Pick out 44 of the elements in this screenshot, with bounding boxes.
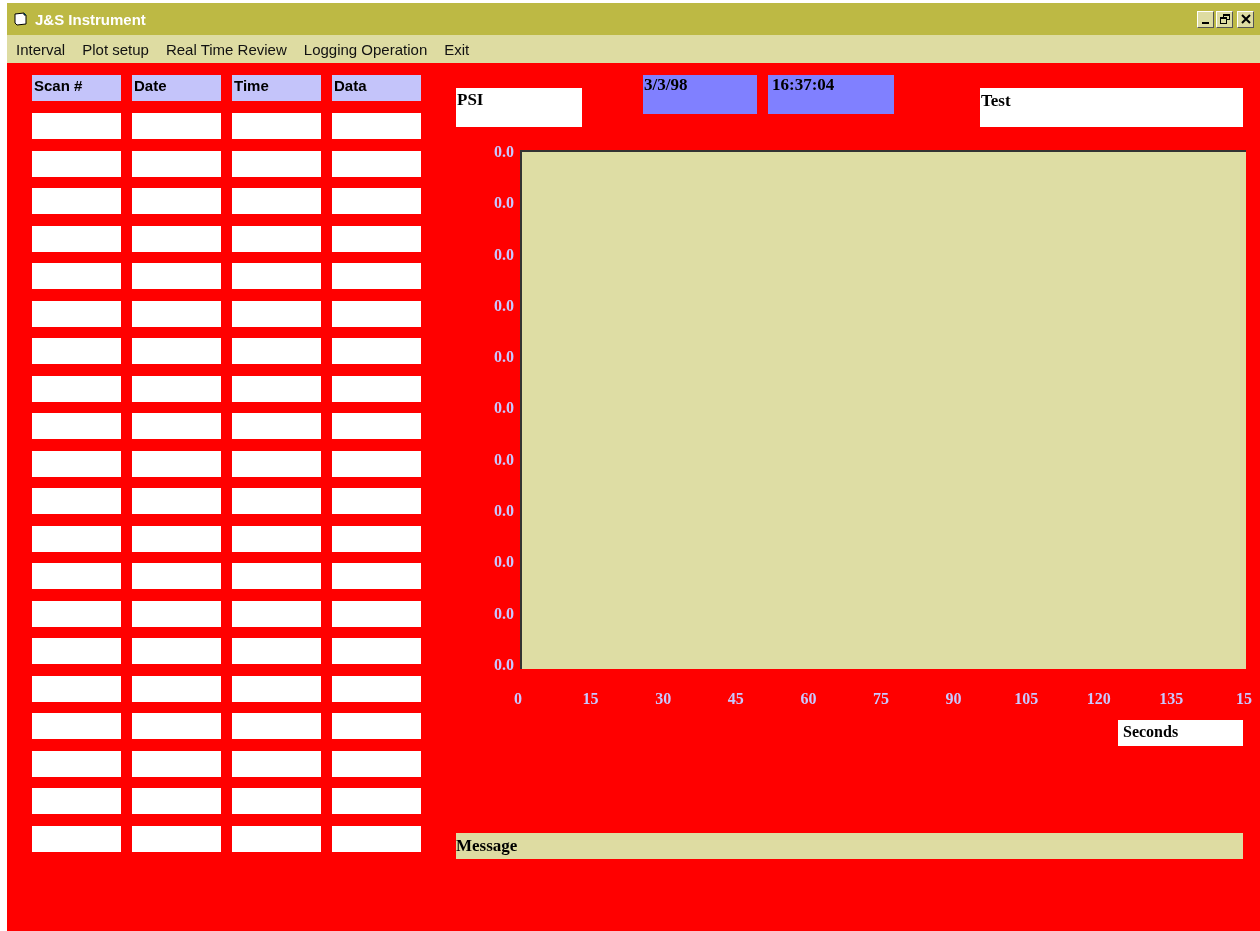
column-header: Data: [332, 75, 421, 101]
column-header: Date: [132, 75, 221, 101]
menu-item[interactable]: Interval: [16, 40, 66, 58]
y-axis-label: 0.0: [494, 451, 514, 468]
unit-label: PSI: [456, 88, 582, 127]
y-axis-label: 0.0: [494, 144, 514, 160]
x-axis-label: 60: [799, 691, 818, 707]
x-axis-label: 15: [581, 691, 600, 707]
y-axis-label: 0.0: [494, 400, 514, 417]
y-axis-label: 0.0: [494, 297, 514, 314]
y-axis-label: 0.0: [494, 195, 514, 212]
y-axis-label: 0.0: [494, 503, 514, 520]
restore-button[interactable]: [1216, 10, 1233, 28]
x-axis-label: 15: [1234, 691, 1253, 707]
x-axis-unit: Seconds: [1118, 720, 1243, 746]
x-axis-label: 30: [654, 691, 673, 707]
x-axis-label: 135: [1158, 691, 1185, 707]
plot-title: Test: [980, 88, 1243, 127]
column-header: Scan #: [32, 75, 121, 101]
x-axis-label: 45: [726, 691, 745, 707]
menu-item[interactable]: Real Time Review: [165, 40, 287, 58]
close-button[interactable]: [1237, 10, 1254, 28]
y-axis-label: 0.0: [494, 349, 514, 366]
menu-item[interactable]: Exit: [444, 40, 470, 58]
time-display: 16:37:04: [768, 75, 894, 114]
column-header: Time: [232, 75, 321, 101]
x-axis-label: 120: [1085, 691, 1112, 707]
x-axis-label: 105: [1013, 691, 1040, 707]
minimize-button[interactable]: [1197, 10, 1214, 28]
x-axis-label: 90: [944, 691, 963, 707]
x-axis-label: 75: [871, 691, 890, 707]
date-display: 3/3/98: [643, 75, 757, 114]
menu-item[interactable]: Logging Operation: [303, 40, 428, 58]
menu-item[interactable]: Plot setup: [82, 40, 149, 58]
y-axis-label: 0.0: [494, 605, 514, 622]
y-axis-label: 0.0: [494, 554, 514, 571]
message-bar: Message: [456, 833, 1243, 859]
y-axis-label: 0.0: [494, 246, 514, 263]
window-title: J&S Instrument: [35, 10, 146, 28]
restore-icon: [1219, 14, 1230, 24]
close-icon: [1240, 14, 1251, 24]
x-axis-label: 0: [513, 691, 523, 707]
minimize-icon: [1202, 22, 1209, 24]
y-axis-label: 0.0: [494, 656, 514, 673]
